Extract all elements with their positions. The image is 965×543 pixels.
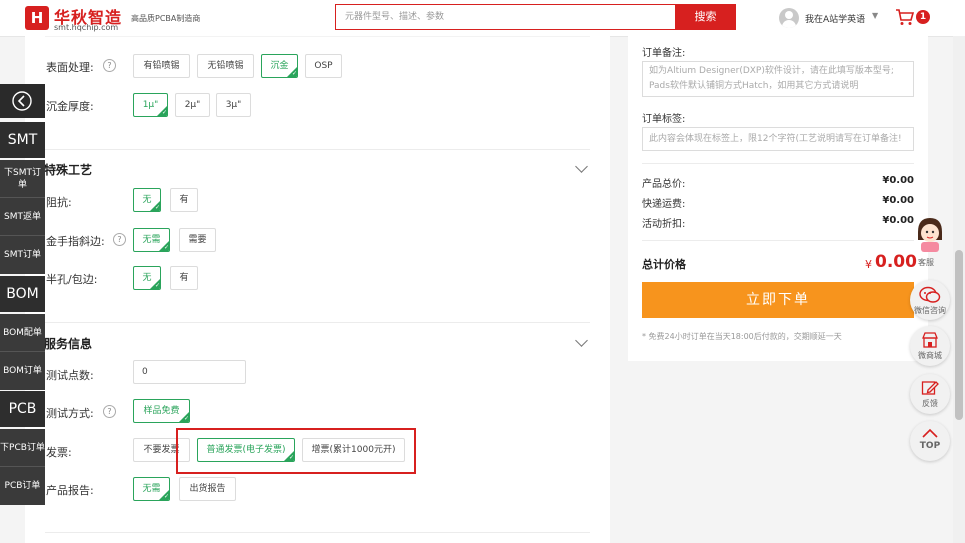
user-avatar-icon[interactable] xyxy=(779,8,799,28)
nav-smt-reorder[interactable]: SMT返单 xyxy=(0,198,45,236)
nav-place-smt-order[interactable]: 下SMT订单 xyxy=(0,160,45,198)
feedback-button[interactable]: 反馈 xyxy=(910,374,950,414)
shipping-label: 快递运费: xyxy=(642,199,686,210)
divider xyxy=(45,322,590,323)
nav-bom[interactable]: BOM xyxy=(0,276,45,312)
test-points-label: 测试点数: xyxy=(46,369,94,382)
back-to-top-button[interactable]: TOP xyxy=(910,421,950,461)
impedance-option[interactable]: 有 xyxy=(170,188,198,212)
invoice-label: 发票: xyxy=(46,446,72,459)
half-hole-label: 半孔/包边: xyxy=(46,273,98,286)
logo-icon[interactable]: H xyxy=(25,6,49,30)
surface-option[interactable]: OSP xyxy=(305,54,342,78)
discount-value: ¥0.00 xyxy=(882,215,914,226)
nav-pcb-orders[interactable]: PCB订单 xyxy=(0,467,45,505)
grand-total-value: 0.00 xyxy=(875,252,917,272)
chevron-left-circle-icon xyxy=(12,91,32,111)
surface-label: 表面处理: xyxy=(46,61,94,74)
remark-label: 订单备注: xyxy=(642,48,686,59)
search-input[interactable]: 元器件型号、描述、参数 xyxy=(335,4,675,30)
product-total-label: 产品总价: xyxy=(642,179,686,190)
logo-url: smt.hqchip.com xyxy=(54,23,119,32)
report-option-selected[interactable]: 无需 xyxy=(133,477,170,501)
divider xyxy=(45,36,590,37)
shipping-value: ¥0.00 xyxy=(882,195,914,206)
tag-label: 订单标签: xyxy=(642,114,686,125)
wechat-icon xyxy=(919,286,941,303)
wechat-label: 微信咨询 xyxy=(914,306,946,315)
divider xyxy=(642,240,914,241)
test-method-option-selected[interactable]: 样品免费 xyxy=(133,399,190,423)
product-total-value: ¥0.00 xyxy=(882,175,914,186)
nav-bom-orders[interactable]: BOM订单 xyxy=(0,352,45,390)
customer-service-icon xyxy=(918,218,942,252)
gold-option-selected[interactable]: 1μ" xyxy=(133,93,168,117)
surface-option-selected[interactable]: 沉金 xyxy=(261,54,298,78)
test-points-input[interactable]: 0 xyxy=(133,360,246,384)
slogan: 高品质PCBA制造商 xyxy=(131,14,201,23)
help-icon[interactable]: ? xyxy=(103,59,116,72)
edit-icon xyxy=(921,381,939,395)
tag-input[interactable]: 此内容会体现在标签上，限12个字符(工艺说明请写在订单备注! xyxy=(642,127,914,151)
scrollbar-thumb[interactable] xyxy=(955,250,963,420)
customer-service-label: 客服 xyxy=(918,258,934,267)
half-hole-option[interactable]: 有 xyxy=(170,266,198,290)
divider xyxy=(45,532,590,533)
remark-textarea[interactable]: 如为Altium Designer(DXP)软件设计，请在此填写版本型号; Pa… xyxy=(642,61,914,97)
nav-bom-match[interactable]: BOM配单 xyxy=(0,314,45,352)
customer-service-mascot[interactable] xyxy=(912,214,948,254)
highlight-box xyxy=(176,428,416,474)
cart-icon[interactable] xyxy=(895,8,915,26)
divider xyxy=(45,149,590,150)
gold-option[interactable]: 2μ" xyxy=(175,93,210,117)
discount-label: 活动折扣: xyxy=(642,219,686,230)
place-order-button[interactable]: 立即下单 xyxy=(642,282,914,318)
gold-finger-label: 金手指斜边: xyxy=(46,235,105,248)
grand-total-currency: ¥ xyxy=(865,258,872,271)
grand-total-label: 总计价格 xyxy=(642,258,686,271)
arrow-up-icon xyxy=(922,428,938,438)
nav-place-pcb-order[interactable]: 下PCB订单 xyxy=(0,429,45,467)
surface-option[interactable]: 无铅喷锡 xyxy=(197,54,254,78)
caret-down-icon[interactable]: ▼ xyxy=(872,11,878,20)
impedance-option-selected[interactable]: 无 xyxy=(133,188,161,212)
top-label: TOP xyxy=(919,441,941,451)
cart-count-badge: 1 xyxy=(916,10,930,24)
test-method-label: 测试方式: xyxy=(46,407,94,420)
report-option[interactable]: 出货报告 xyxy=(179,477,236,501)
help-icon[interactable]: ? xyxy=(113,233,126,246)
section-title-service: 服务信息 xyxy=(44,337,93,351)
shop-label: 微商城 xyxy=(918,351,942,360)
gold-option[interactable]: 3μ" xyxy=(216,93,251,117)
nav-smt[interactable]: SMT xyxy=(0,122,45,158)
shop-button[interactable]: 微商城 xyxy=(910,326,950,366)
shop-icon xyxy=(922,332,938,348)
divider xyxy=(642,163,914,164)
report-label: 产品报告: xyxy=(46,484,94,497)
wechat-button[interactable]: 微信咨询 xyxy=(910,280,950,320)
section-title-special: 特殊工艺 xyxy=(44,163,93,177)
nav-pcb[interactable]: PCB xyxy=(0,391,45,427)
help-icon[interactable]: ? xyxy=(103,405,116,418)
gold-thickness-label: 沉金厚度: xyxy=(46,100,94,113)
collapse-nav-button[interactable] xyxy=(0,84,45,118)
gold-finger-option-selected[interactable]: 无需 xyxy=(133,228,170,252)
user-name[interactable]: 我在A站学英语 xyxy=(805,12,865,25)
nav-smt-orders[interactable]: SMT订单 xyxy=(0,236,45,274)
surface-option[interactable]: 有铅喷锡 xyxy=(133,54,190,78)
impedance-label: 阻抗: xyxy=(46,196,72,209)
feedback-label: 反馈 xyxy=(922,399,938,408)
gold-finger-option[interactable]: 需要 xyxy=(179,228,216,252)
delivery-note: * 免费24小时订单在当天18:00后付款的，交期顺延一天 xyxy=(642,332,842,341)
search-button[interactable]: 搜索 xyxy=(675,4,736,30)
half-hole-option-selected[interactable]: 无 xyxy=(133,266,161,290)
